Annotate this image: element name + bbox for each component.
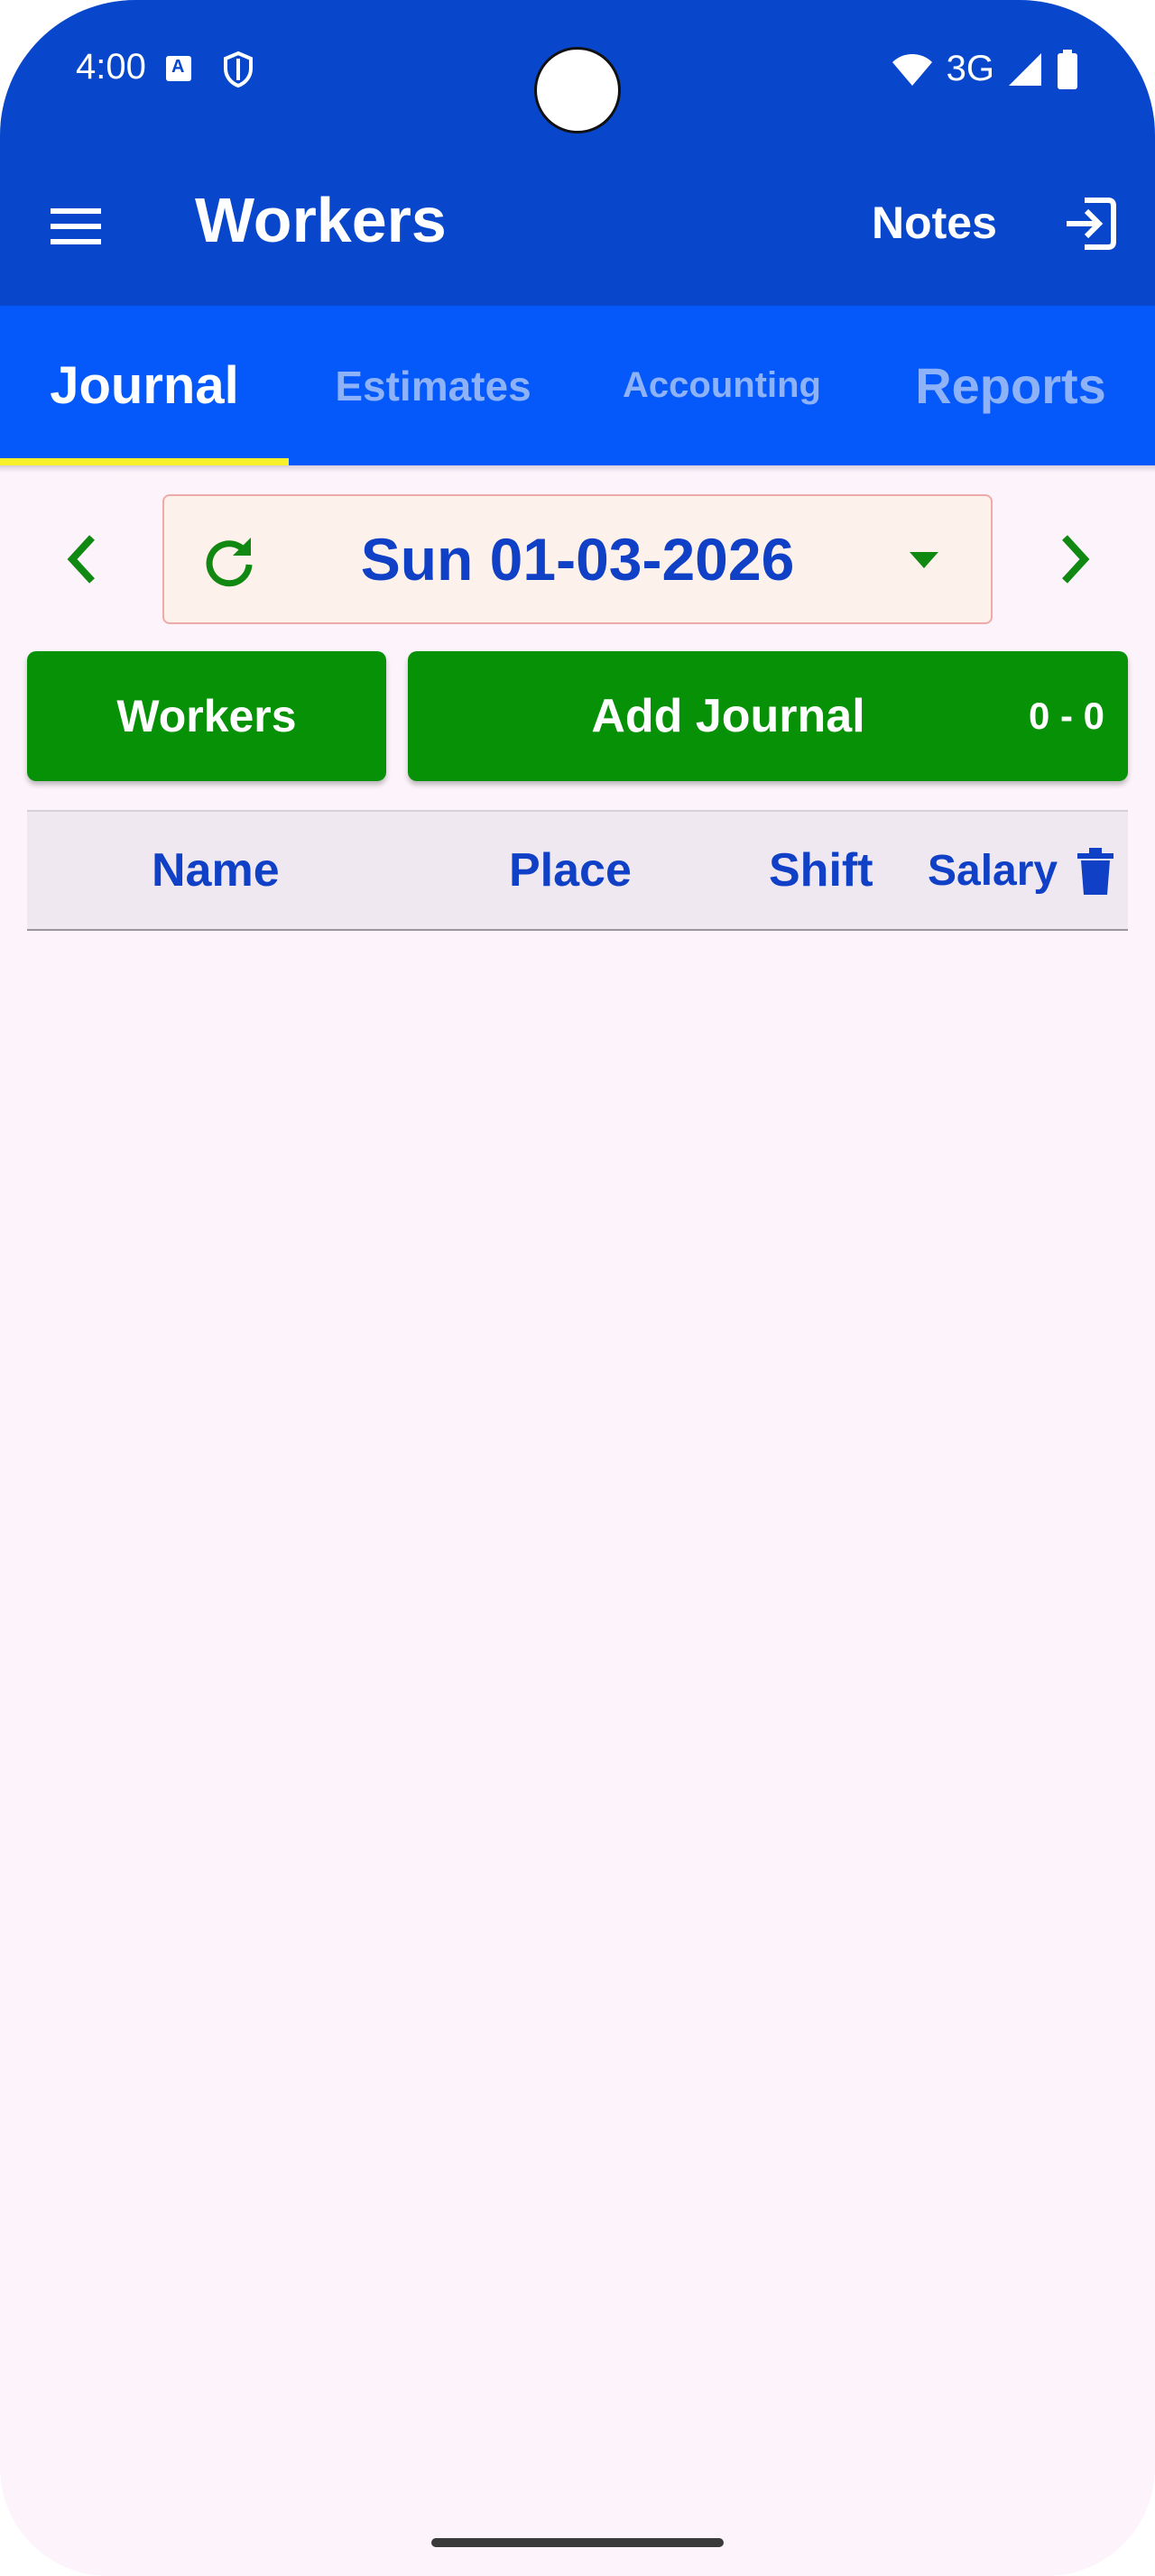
notes-button[interactable]: Notes	[872, 197, 997, 249]
dropdown-icon[interactable]	[906, 547, 942, 574]
accessibility-notification-icon	[166, 56, 191, 81]
tab-estimates[interactable]: Estimates	[289, 306, 578, 465]
device-screen: 4:00 3G Workers Notes	[0, 0, 1155, 2576]
workers-button-label: Workers	[116, 691, 297, 741]
battery-icon	[1058, 49, 1077, 89]
trash-icon[interactable]	[1076, 848, 1115, 895]
column-shift: Shift	[769, 844, 873, 897]
status-time: 4:00	[76, 47, 146, 87]
wifi-icon	[892, 53, 932, 86]
shield-icon	[224, 51, 253, 88]
workers-button[interactable]: Workers	[27, 651, 386, 781]
cell-signal-icon	[1009, 52, 1041, 86]
app-title: Workers	[195, 185, 447, 255]
column-place: Place	[509, 844, 632, 897]
logout-icon[interactable]	[1061, 195, 1119, 253]
tab-accounting[interactable]: Accounting	[578, 306, 866, 465]
menu-icon[interactable]	[51, 201, 101, 252]
chevron-left-icon[interactable]	[58, 523, 108, 595]
add-journal-label: Add Journal	[591, 690, 865, 742]
selected-date: Sun 01-03-2026	[360, 526, 795, 593]
network-type-label: 3G	[946, 49, 994, 88]
journal-count: 0 - 0	[1028, 695, 1104, 737]
camera-cutout	[534, 47, 621, 133]
column-salary: Salary	[928, 846, 1058, 895]
status-right-icons: 3G	[891, 49, 1079, 89]
app-bar: Workers Notes	[0, 162, 1155, 306]
tab-bar: Journal Estimates Accounting Reports	[0, 306, 1155, 465]
home-indicator[interactable]	[431, 2538, 724, 2547]
tab-reports[interactable]: Reports	[866, 306, 1155, 465]
column-name: Name	[152, 844, 280, 897]
tab-journal[interactable]: Journal	[0, 306, 289, 465]
table-header: Name Place Shift Salary	[27, 810, 1128, 931]
chevron-right-icon[interactable]	[1049, 523, 1099, 595]
add-journal-button[interactable]: Add Journal 0 - 0	[408, 651, 1128, 781]
date-picker[interactable]: Sun 01-03-2026	[162, 494, 993, 624]
tab-bar-shadow	[0, 465, 1155, 473]
